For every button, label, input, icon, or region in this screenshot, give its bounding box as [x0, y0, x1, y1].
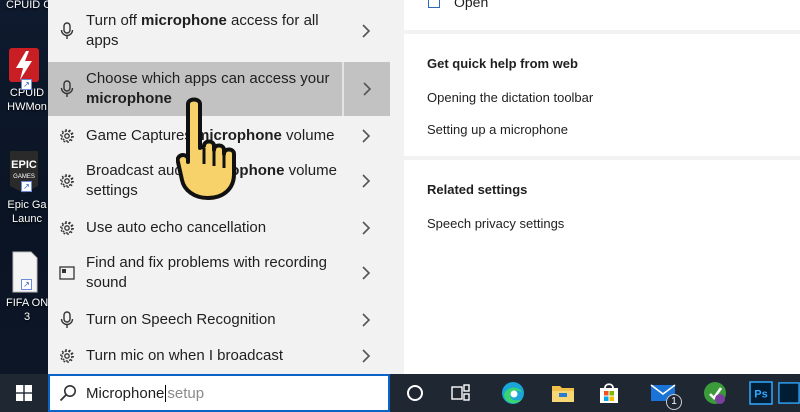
- web-help-link[interactable]: Setting up a microphone: [427, 122, 568, 137]
- microphone-icon: [48, 80, 86, 98]
- store-icon: [600, 383, 618, 403]
- desktop-icon-label: Epic Ga: [7, 199, 47, 211]
- desktop-icon-label: FIFA ON: [6, 297, 48, 309]
- desktop-icon-epic-games[interactable]: EPIC GAMES ↗ Epic Ga Launc: [0, 150, 48, 226]
- fifa-online-icon: ↗: [7, 250, 41, 293]
- open-label: Open: [454, 0, 489, 10]
- open-action[interactable]: Open: [428, 0, 488, 10]
- result-label: Turn on Speech Recognition: [86, 311, 276, 328]
- windows-start-button[interactable]: [0, 374, 48, 412]
- mail-badge: 1: [666, 394, 682, 410]
- task-view-icon: [451, 384, 470, 401]
- result-label: Turn off microphone access for all apps: [86, 12, 319, 49]
- mail-button[interactable]: 1: [640, 374, 686, 412]
- chevron-right-icon[interactable]: [342, 248, 390, 298]
- search-icon: [50, 384, 86, 402]
- desktop-icon-cpuid[interactable]: CPUID C: [0, 0, 48, 12]
- web-help-link[interactable]: Opening the dictation toolbar: [427, 90, 593, 105]
- desktop-icon-label: HWMon: [7, 101, 47, 113]
- desktop-icon-label: Launc: [12, 213, 42, 225]
- search-suggestion: setup: [167, 384, 205, 402]
- edge-button[interactable]: [490, 374, 536, 412]
- photoshop-icon: [778, 382, 800, 404]
- cortana-button[interactable]: [392, 374, 438, 412]
- epic-games-icon: EPIC GAMES ↗: [7, 150, 41, 193]
- epic-logo-text: EPIC: [11, 159, 37, 171]
- file-explorer-icon: [552, 386, 574, 402]
- gear-icon: [48, 128, 86, 144]
- related-settings-title: Related settings: [427, 182, 528, 197]
- desktop-icon-fifa-online[interactable]: ↗ FIFA ON 3: [0, 250, 48, 324]
- app-button[interactable]: [692, 374, 738, 412]
- windows-start-icon: [16, 385, 32, 401]
- open-icon: [428, 0, 440, 8]
- taskbar-search-box[interactable]: Microphone setup: [48, 374, 390, 412]
- troubleshoot-icon: [48, 266, 86, 280]
- chevron-right-icon[interactable]: [342, 122, 390, 150]
- file-explorer-button[interactable]: [540, 374, 586, 412]
- chevron-right-icon[interactable]: [342, 342, 390, 370]
- text-caret: [165, 384, 167, 402]
- epic-logo-subtext: GAMES: [13, 174, 35, 180]
- desktop-icon-label: 3: [23, 311, 31, 323]
- app-icon: [704, 382, 726, 404]
- taskbar: Microphone setup 1 Ps: [0, 374, 800, 412]
- desktop-icon-label: CPUID C: [6, 0, 48, 11]
- store-button[interactable]: [586, 374, 632, 412]
- gear-icon: [48, 348, 86, 364]
- result-item[interactable]: Turn off microphone access for all apps: [48, 6, 390, 56]
- preview-pane: Open Get quick help from web Opening the…: [390, 0, 800, 374]
- cortana-icon: [407, 385, 423, 401]
- search-query: Microphone: [86, 384, 165, 402]
- chevron-right-icon[interactable]: [342, 62, 390, 116]
- edge-icon: [502, 382, 524, 404]
- chevron-right-icon[interactable]: [342, 6, 390, 56]
- web-help-section: Get quick help from web Opening the dict…: [404, 34, 800, 156]
- desktop-icon-hwmonitor[interactable]: ↗ CPUID HWMon: [0, 46, 48, 114]
- related-settings-link[interactable]: Speech privacy settings: [427, 216, 564, 231]
- result-item[interactable]: Use auto echo cancellation: [48, 214, 390, 242]
- result-label: Find and fix problems with recording sou…: [86, 254, 327, 291]
- microphone-icon: [48, 22, 86, 40]
- hwmonitor-icon: ↗: [7, 46, 41, 90]
- task-view-button[interactable]: [438, 374, 484, 412]
- gear-icon: [48, 220, 86, 236]
- result-item[interactable]: Find and fix problems with recording sou…: [48, 248, 390, 298]
- result-item[interactable]: Turn mic on when I broadcast: [48, 342, 390, 370]
- result-label: Use auto echo cancellation: [86, 219, 267, 236]
- desktop: CPUID C ↗ CPUID HWMon EPIC GAMES ↗ Epic …: [0, 0, 48, 374]
- open-card: Open: [404, 0, 800, 30]
- photoshop-button-2[interactable]: [778, 374, 800, 412]
- gear-icon: [48, 173, 86, 189]
- web-help-title: Get quick help from web: [427, 56, 578, 71]
- hand-pointer-icon: [175, 96, 242, 200]
- microphone-icon: [48, 311, 86, 329]
- chevron-right-icon[interactable]: [342, 156, 390, 206]
- photoshop-icon: Ps: [749, 381, 773, 405]
- related-settings-section: Related settings Speech privacy settings: [404, 160, 800, 374]
- result-item[interactable]: Turn on Speech Recognition: [48, 306, 390, 334]
- chevron-right-icon[interactable]: [342, 214, 390, 242]
- chevron-right-icon[interactable]: [342, 306, 390, 334]
- result-label: Turn mic on when I broadcast: [86, 347, 284, 364]
- photoshop-label: Ps: [754, 389, 767, 401]
